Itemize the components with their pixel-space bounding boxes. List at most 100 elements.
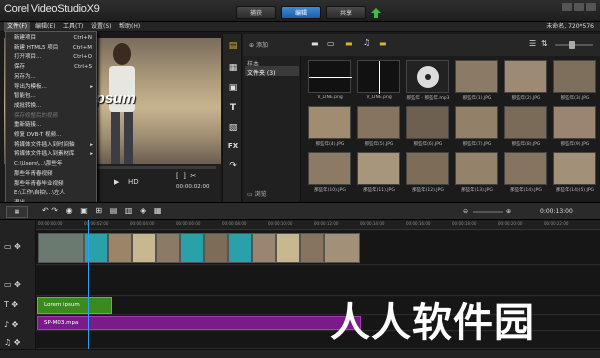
- tab-capture[interactable]: 捕获: [236, 6, 276, 19]
- thumbnail-size-slider[interactable]: [555, 41, 593, 49]
- library-thumbnail[interactable]: [455, 152, 498, 185]
- library-thumbnail[interactable]: [357, 152, 400, 185]
- file-menu-item[interactable]: 将媒体文件插入到素材库 ▸: [6, 150, 96, 158]
- file-menu-item[interactable]: 另存为...: [6, 73, 96, 81]
- file-menu-item[interactable]: C:\Users\...\那些年: [6, 160, 96, 168]
- timeline-tool-icons[interactable]: ↶ ↷ ◉ ▣ ⊞ ▤ ▥ ◈ ▦: [42, 206, 161, 215]
- library-thumbnail[interactable]: [357, 60, 400, 94]
- title-clip[interactable]: Lorem ipsum: [37, 297, 112, 314]
- video-track[interactable]: [36, 231, 600, 265]
- zoom-in-icon[interactable]: ⊕: [506, 208, 511, 215]
- library-thumbnail[interactable]: [455, 60, 498, 93]
- transition-icon[interactable]: ▣: [227, 82, 239, 94]
- photo-filter-icon[interactable]: ▬: [345, 39, 353, 48]
- library-thumbnail-label: 那些年(5).JPG: [364, 142, 394, 147]
- media-icon[interactable]: ▤: [227, 40, 239, 52]
- file-menu-item[interactable]: 那些年青春毕业视频: [6, 180, 96, 188]
- file-menu-item[interactable]: 那些年青春视频: [6, 170, 96, 178]
- file-menu-item[interactable]: 成批转换...: [6, 102, 96, 110]
- overlay-track-icon[interactable]: ▭ ✥: [4, 280, 21, 289]
- library-thumbnail[interactable]: [406, 106, 449, 139]
- library-thumbnail[interactable]: [308, 106, 351, 139]
- play-icon[interactable]: ▶: [114, 178, 119, 186]
- hd-toggle[interactable]: HD: [128, 178, 139, 186]
- video-clip[interactable]: [252, 233, 276, 263]
- fx-icon[interactable]: FX: [227, 140, 239, 152]
- library-thumbnail[interactable]: [504, 152, 547, 185]
- library-thumbnail[interactable]: [553, 60, 596, 93]
- voice-track-icon[interactable]: ♪ ✥: [4, 320, 18, 329]
- file-menu-item[interactable]: 导出为模板... ▸: [6, 83, 96, 91]
- file-menu-item-label: 打开项目...: [14, 54, 42, 61]
- video-clip[interactable]: [204, 233, 228, 263]
- video-clip[interactable]: [38, 233, 84, 263]
- file-menu-item[interactable]: 新建 HTML5 项目 Ctrl+M: [6, 44, 96, 52]
- file-menu-item[interactable]: 智能包...: [6, 92, 96, 100]
- video-clip[interactable]: [156, 233, 180, 263]
- tab-share[interactable]: 共享: [326, 6, 366, 19]
- library-thumbnail[interactable]: [406, 60, 449, 93]
- file-menu-item-label: 将媒体文件插入到素材库: [14, 151, 75, 158]
- preview-timecode[interactable]: 00:00:02:00: [176, 184, 210, 190]
- sort-icon[interactable]: ⇅: [541, 39, 548, 48]
- library-thumbnail[interactable]: [553, 106, 596, 139]
- path-icon[interactable]: ↷: [227, 160, 239, 172]
- folder-open-icon[interactable]: ▬: [379, 39, 387, 48]
- title-track-icon[interactable]: T ✥: [4, 300, 18, 309]
- video-clip[interactable]: [228, 233, 252, 263]
- title-icon[interactable]: T: [227, 102, 239, 114]
- minimize-icon[interactable]: [562, 3, 572, 11]
- library-thumbnail[interactable]: [504, 60, 547, 93]
- music-track-icon[interactable]: ♫ ✥: [4, 338, 20, 347]
- timeline-ruler[interactable]: 00:00:00:00 00:00:02:00 00:00:04:00 00:00:0…: [36, 220, 600, 230]
- video-clip[interactable]: [276, 233, 300, 263]
- zoom-out-icon[interactable]: ⊖: [463, 208, 468, 215]
- playhead[interactable]: [88, 220, 89, 349]
- graphic-icon[interactable]: ▧: [227, 122, 239, 134]
- add-folder-button[interactable]: ⊕ 添加: [249, 40, 268, 49]
- browse-button[interactable]: ▭ 浏览: [247, 189, 267, 198]
- library-thumbnail[interactable]: [406, 152, 449, 185]
- video-track-icon[interactable]: ▭ ✥: [4, 242, 21, 251]
- maximize-icon[interactable]: [574, 3, 584, 11]
- video-clip[interactable]: [324, 233, 360, 263]
- library-thumbnail[interactable]: [357, 106, 400, 139]
- file-menu-item[interactable]: 修复 DVB-T 视频...: [6, 131, 96, 139]
- storyboard-view-button[interactable]: ▦: [6, 206, 28, 218]
- ruler-tick-label: 00:00:18:00: [452, 221, 477, 226]
- file-menu-item[interactable]: 重新链接...: [6, 121, 96, 129]
- timeline-timecode[interactable]: 0:00:13:00: [540, 208, 573, 215]
- upload-arrow-icon[interactable]: [370, 6, 382, 19]
- video-clip[interactable]: [132, 233, 156, 263]
- file-menu-item[interactable]: E:\工作\自拍\...\左人: [6, 189, 96, 197]
- video-clip[interactable]: [300, 233, 324, 263]
- library-thumbnail[interactable]: [308, 152, 351, 185]
- folder-icon[interactable]: ▬: [311, 39, 319, 48]
- video-filter-icon[interactable]: ▭: [327, 39, 335, 48]
- folder-current[interactable]: 文件夹 (3): [247, 68, 275, 77]
- menu-help[interactable]: 帮助(H): [116, 22, 143, 32]
- library-grid: V_LINE.png V_LINE.png 那些年 - 那些年.mp3 那些年(1).…: [302, 56, 600, 202]
- music-filter-icon[interactable]: ♫: [363, 38, 370, 47]
- project-info: 未命名, 720*576: [546, 23, 594, 30]
- library-thumbnail[interactable]: [455, 106, 498, 139]
- tab-edit[interactable]: 编辑: [281, 6, 321, 19]
- library-thumbnail[interactable]: [553, 152, 596, 185]
- video-clip[interactable]: [108, 233, 132, 263]
- slider-handle[interactable]: [569, 41, 575, 49]
- library-thumbnail[interactable]: [504, 106, 547, 139]
- library-thumbnail[interactable]: [308, 60, 352, 93]
- music-clip[interactable]: SP-M03.mpa: [37, 316, 361, 330]
- list-view-icon[interactable]: ☰: [529, 39, 536, 48]
- video-clip[interactable]: [180, 233, 204, 263]
- ruler-tick-label: 00:00:20:00: [498, 221, 523, 226]
- library-thumbnail-label: 那些年 - 那些年.mp3: [406, 96, 450, 101]
- instant-project-icon[interactable]: ▦: [227, 62, 239, 74]
- file-menu-item[interactable]: 新建项目 Ctrl+N: [6, 34, 96, 42]
- zoom-slider[interactable]: [473, 211, 503, 213]
- close-icon[interactable]: [586, 3, 596, 11]
- file-menu-item[interactable]: 将媒体文件插入到时间轴 ▸: [6, 141, 96, 149]
- mark-in-out[interactable]: [ ] ✂: [176, 172, 196, 180]
- file-menu-item[interactable]: 打开项目... Ctrl+O: [6, 53, 96, 61]
- file-menu-item[interactable]: 保存 Ctrl+S: [6, 63, 96, 71]
